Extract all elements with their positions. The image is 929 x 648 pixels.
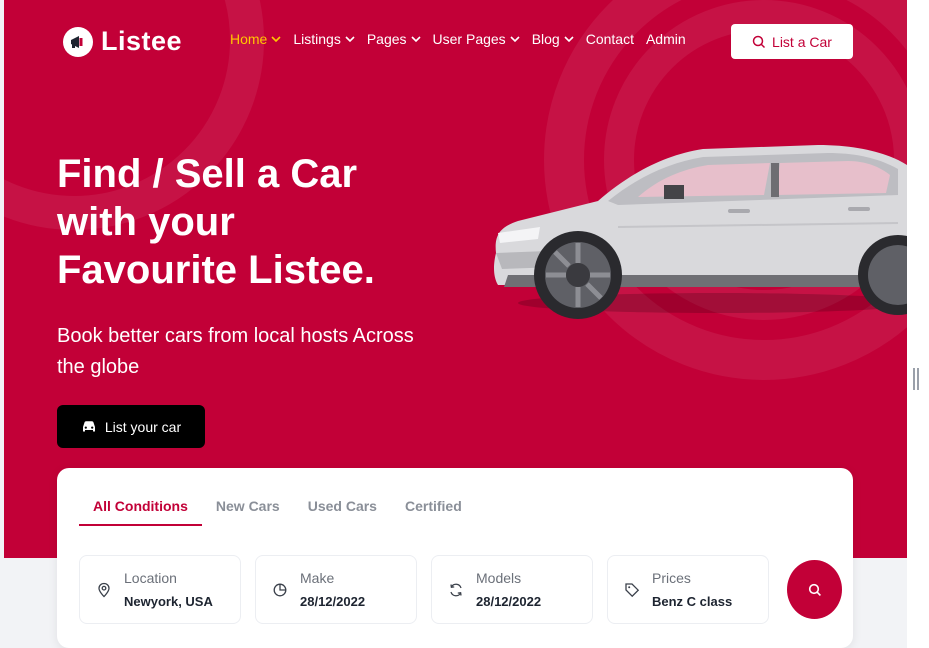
nav-admin[interactable]: Admin (646, 31, 686, 47)
headline-line: Find / Sell a Car (57, 152, 358, 196)
models-field[interactable]: Models 28/12/2022 (431, 555, 593, 624)
nav-label: Contact (585, 31, 634, 47)
car-image (494, 145, 907, 319)
field-label: Models (476, 570, 522, 586)
search-icon (752, 35, 766, 48)
search-icon (808, 583, 821, 596)
prices-field[interactable]: Prices Benz C class (607, 555, 769, 624)
tag-icon (625, 582, 640, 597)
field-value: Newyork, USA (124, 594, 213, 609)
field-value: Benz C class (652, 594, 733, 609)
main-nav: Home Listings Pages User Pages Blog Cont… (230, 31, 686, 47)
field-value: 28/12/2022 (476, 594, 542, 609)
car-icon (82, 420, 95, 431)
tab-certified[interactable]: Certified (391, 498, 476, 526)
nav-home[interactable]: Home (230, 31, 281, 47)
field-text: Location Newyork, USA (124, 570, 213, 609)
megaphone-icon (63, 26, 93, 57)
search-fields: Location Newyork, USA Make 28/12/2022 Mo… (79, 555, 769, 624)
field-text: Models 28/12/2022 (476, 570, 541, 609)
nav-label: Blog (531, 31, 560, 47)
location-field[interactable]: Location Newyork, USA (79, 555, 241, 624)
map-pin-icon (98, 582, 110, 597)
tab-used-cars[interactable]: Used Cars (294, 498, 391, 526)
nav-label: Admin (645, 31, 686, 47)
logo-text: Listee (101, 26, 183, 56)
field-text: Make 28/12/2022 (300, 570, 365, 609)
window-edge (907, 0, 929, 648)
chevron-down-icon (271, 36, 281, 43)
refresh-icon (450, 583, 462, 596)
chevron-down-icon (345, 36, 355, 43)
logo[interactable]: Listee (63, 26, 182, 57)
chevron-down-icon (510, 36, 520, 43)
site-header: Listee Home Listings Pages User Pages Bl… (0, 0, 929, 82)
tab-new-cars[interactable]: New Cars (202, 498, 294, 526)
list-your-car-label: List your car (104, 418, 182, 435)
pie-chart-icon (273, 583, 287, 596)
field-label: Prices (652, 570, 691, 586)
nav-user-pages[interactable]: User Pages (433, 31, 520, 47)
field-value: 28/12/2022 (300, 594, 366, 609)
field-label: Make (300, 570, 335, 586)
field-text: Prices Benz C class (652, 570, 732, 609)
headline-line: with your (57, 200, 235, 244)
chevron-down-icon (410, 36, 421, 43)
tab-all-conditions[interactable]: All Conditions (79, 498, 202, 526)
resize-handle[interactable] (913, 368, 919, 390)
nav-pages[interactable]: Pages (367, 31, 421, 47)
list-a-car-label: List a Car (772, 33, 832, 50)
field-label: Location (124, 570, 177, 586)
nav-blog[interactable]: Blog (532, 31, 574, 47)
hero-subtitle: Book better cars from local hosts Across… (57, 325, 414, 378)
nav-listings[interactable]: Listings (293, 31, 355, 47)
list-your-car-button[interactable]: List your car (57, 405, 205, 448)
nav-contact[interactable]: Contact (586, 31, 634, 47)
nav-label: Home (230, 31, 268, 47)
list-a-car-button[interactable]: List a Car (731, 24, 853, 59)
search-card: All Conditions New Cars Used Cars Certif… (57, 468, 853, 648)
nav-label: Listings (293, 31, 341, 47)
condition-tabs: All Conditions New Cars Used Cars Certif… (79, 498, 476, 526)
headline-line: Favourite Listee. (57, 248, 375, 292)
nav-label: Pages (366, 31, 407, 47)
search-button[interactable] (787, 560, 842, 619)
page: Listee Home Listings Pages User Pages Bl… (0, 0, 929, 648)
hero-headline: Find / Sell a Car with your Favourite Li… (57, 150, 477, 294)
nav-label: User Pages (432, 31, 506, 47)
chevron-down-icon (564, 36, 574, 43)
make-field[interactable]: Make 28/12/2022 (255, 555, 417, 624)
